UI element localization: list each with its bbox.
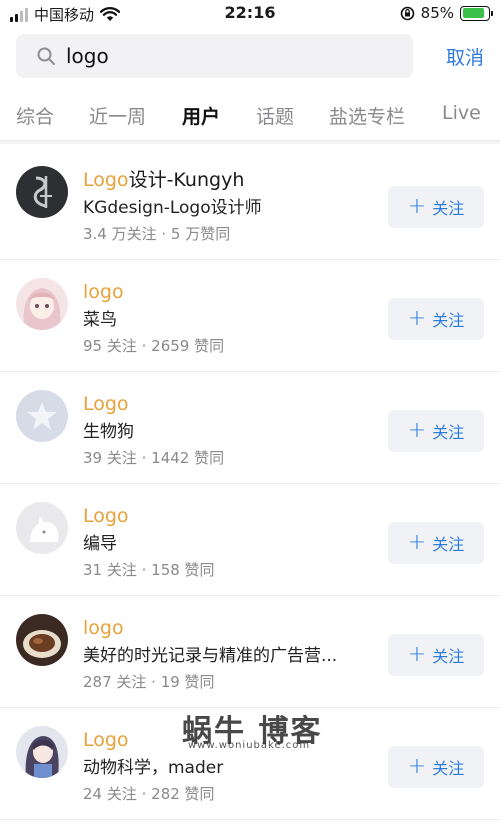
avatar[interactable] (16, 502, 68, 554)
follow-label: 关注 (432, 199, 465, 218)
follow-button[interactable]: + 关注 (388, 634, 484, 676)
follow-button[interactable]: + 关注 (388, 410, 484, 452)
rotation-lock-icon (400, 6, 414, 20)
user-row[interactable]: Logo设计-Kungyh KGdesign-Logo设计师 3.4 万关注 ·… (0, 148, 500, 260)
user-name: Logo (83, 727, 373, 753)
user-name: Logo (83, 391, 373, 417)
name-highlight: Logo (83, 505, 129, 527)
tab-topics[interactable]: 话题 (256, 102, 294, 129)
user-stats: 95 关注 · 2659 赞同 (83, 337, 225, 355)
follow-button[interactable]: + 关注 (388, 522, 484, 564)
cancel-button[interactable]: 取消 (446, 43, 484, 70)
search-icon (37, 47, 55, 65)
user-bio: 菜鸟 (83, 310, 117, 330)
name-highlight: Logo (83, 393, 129, 415)
tab-users[interactable]: 用户 (182, 102, 220, 129)
search-query-text: logo (66, 44, 109, 68)
name-highlight: Logo (83, 729, 129, 751)
tab-general[interactable]: 综合 (16, 102, 54, 129)
user-info: logo 菜鸟 95 关注 · 2659 赞同 (83, 279, 373, 357)
follow-button[interactable]: + 关注 (388, 186, 484, 228)
follow-label: 关注 (432, 423, 465, 442)
follow-button[interactable]: + 关注 (388, 746, 484, 788)
avatar[interactable] (16, 278, 68, 330)
name-rest: 设计-Kungyh (128, 169, 245, 191)
user-stats: 39 关注 · 1442 赞同 (83, 449, 225, 467)
plus-icon: + (407, 194, 427, 219)
name-highlight: logo (83, 617, 124, 639)
name-highlight: Logo (83, 169, 129, 191)
avatar[interactable] (16, 726, 68, 778)
user-row[interactable]: Logo 动物科学，mader 24 关注 · 282 赞同 + 关注 (0, 708, 500, 820)
plus-icon: + (407, 642, 427, 667)
user-stats: 287 关注 · 19 赞同 (83, 673, 215, 691)
user-result-list: Logo设计-Kungyh KGdesign-Logo设计师 3.4 万关注 ·… (0, 148, 500, 820)
user-name: logo (83, 279, 373, 305)
tab-salt-column[interactable]: 盐选专栏 (329, 102, 405, 129)
user-bio: 生物狗 (83, 422, 134, 442)
follow-label: 关注 (432, 311, 465, 330)
plus-icon: + (407, 754, 427, 779)
user-info: Logo 动物科学，mader 24 关注 · 282 赞同 (83, 727, 373, 805)
user-stats: 24 关注 · 282 赞同 (83, 785, 215, 803)
user-bio: 动物科学，mader (83, 758, 224, 778)
battery-percent: 85% (420, 4, 454, 22)
follow-button[interactable]: + 关注 (388, 298, 484, 340)
avatar[interactable] (16, 166, 68, 218)
user-bio: 编导 (83, 534, 117, 554)
plus-icon: + (407, 530, 427, 555)
user-info: Logo 编导 31 关注 · 158 赞同 (83, 503, 373, 581)
tabs-divider (0, 140, 500, 144)
follow-label: 关注 (432, 535, 465, 554)
user-bio: KGdesign-Logo设计师 (83, 198, 262, 218)
plus-icon: + (407, 418, 427, 443)
avatar[interactable] (16, 390, 68, 442)
user-row[interactable]: Logo 生物狗 39 关注 · 1442 赞同 + 关注 (0, 372, 500, 484)
user-row[interactable]: logo 美好的时光记录与精准的广告营... 287 关注 · 19 赞同 + … (0, 596, 500, 708)
tab-live[interactable]: Live (442, 102, 481, 124)
status-right: 85% (400, 4, 493, 22)
avatar[interactable] (16, 614, 68, 666)
name-highlight: logo (83, 281, 124, 303)
battery-level-fill (462, 8, 484, 18)
battery-icon (460, 5, 493, 21)
tab-bar: 综合 近一周 用户 话题 盐选专栏 Live (0, 96, 500, 136)
search-row: logo 取消 (16, 34, 484, 78)
user-info: Logo 生物狗 39 关注 · 1442 赞同 (83, 391, 373, 469)
user-row[interactable]: logo 菜鸟 95 关注 · 2659 赞同 + 关注 (0, 260, 500, 372)
user-row[interactable]: Logo 编导 31 关注 · 158 赞同 + 关注 (0, 484, 500, 596)
user-name: Logo (83, 503, 373, 529)
user-info: Logo设计-Kungyh KGdesign-Logo设计师 3.4 万关注 ·… (83, 167, 373, 245)
follow-label: 关注 (432, 647, 465, 666)
plus-icon: + (407, 306, 427, 331)
user-info: logo 美好的时光记录与精准的广告营... 287 关注 · 19 赞同 (83, 615, 373, 693)
search-input[interactable]: logo (16, 34, 413, 78)
user-name: logo (83, 615, 373, 641)
user-stats: 31 关注 · 158 赞同 (83, 561, 215, 579)
status-bar: 中国移动 22:16 85% (0, 0, 500, 28)
user-stats: 3.4 万关注 · 5 万赞同 (83, 225, 231, 243)
tab-past-week[interactable]: 近一周 (89, 102, 146, 129)
user-name: Logo设计-Kungyh (83, 167, 373, 193)
follow-label: 关注 (432, 759, 465, 778)
user-bio: 美好的时光记录与精准的广告营... (83, 646, 338, 666)
